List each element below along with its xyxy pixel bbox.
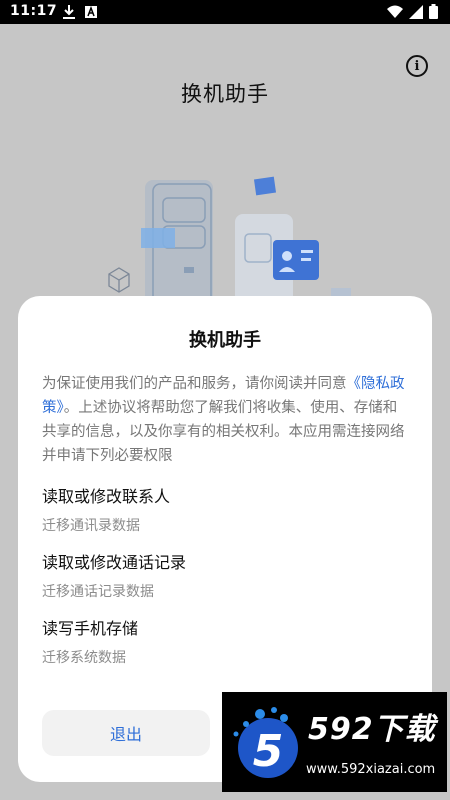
watermark-logo-digit: 5 (253, 726, 284, 777)
permission-description: 迁移系统数据 (42, 650, 126, 666)
permission-description: 迁移通讯录数据 (42, 518, 140, 534)
permission-title: 读写手机存储 (42, 619, 139, 638)
permission-item-call-log: 读取或修改通话记录 迁移通话记录数据 (42, 552, 412, 602)
battery-icon (429, 4, 438, 19)
page-title: 换机助手 (181, 82, 269, 106)
dialog-body-intro: 为保证使用我们的产品和服务，请你阅读并同意 (42, 376, 347, 392)
info-button[interactable]: i (406, 55, 428, 77)
permission-description: 迁移通话记录数据 (42, 584, 154, 600)
permission-item-contacts: 读取或修改联系人 迁移通讯录数据 (42, 486, 412, 536)
phone-transfer-illustration (108, 176, 351, 310)
exit-button[interactable]: 退出 (42, 710, 210, 756)
permission-title: 读取或修改通话记录 (42, 553, 187, 572)
permission-title: 读取或修改联系人 (42, 487, 171, 506)
info-icon: i (414, 58, 420, 74)
site-watermark: 5 592下载 www.592xiazai.com (222, 692, 447, 792)
wifi-icon (387, 5, 403, 18)
download-icon (63, 5, 75, 19)
status-notification-icons (62, 4, 98, 20)
status-bar: 11:17 (0, 0, 450, 24)
signal-icon (409, 4, 423, 19)
status-time: 11:17 (10, 3, 58, 19)
text-a-icon (85, 5, 97, 18)
watermark-url: www.592xiazai.com (306, 762, 436, 777)
dialog-title: 换机助手 (189, 330, 261, 351)
status-system-icons (387, 4, 438, 19)
permission-item-storage: 读写手机存储 迁移系统数据 (42, 618, 412, 668)
dialog-body-rest: 。上述协议将帮助您了解我们将收集、使用、存储和共享的信息，以及你享有的相关权利。… (42, 400, 405, 464)
watermark-logo: 5 (233, 707, 298, 778)
dialog-body: 为保证使用我们的产品和服务，请你阅读并同意《隐私政策》。上述协议将帮助您了解我们… (42, 372, 410, 468)
watermark-brand: 592下载 (308, 712, 436, 747)
